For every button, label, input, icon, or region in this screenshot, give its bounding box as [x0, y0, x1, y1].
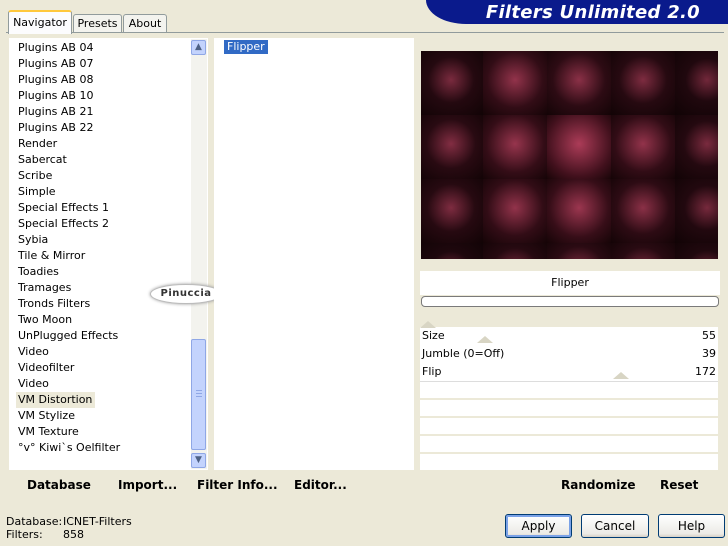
- slider-jumble-label: Jumble (0=Off): [422, 347, 505, 360]
- category-item[interactable]: Scribe: [18, 168, 52, 184]
- preview-tile: [483, 115, 547, 179]
- filters-count-label: Filters:: [6, 528, 43, 541]
- category-item[interactable]: Plugins AB 10: [18, 88, 93, 104]
- preview-tile: [611, 243, 675, 259]
- preview-tile: [421, 179, 483, 243]
- category-item[interactable]: Sybia: [18, 232, 48, 248]
- scroll-thumb[interactable]: [191, 339, 206, 450]
- tab-navigator[interactable]: Navigator: [8, 10, 72, 34]
- slider-empty-row: [420, 436, 718, 453]
- filter-list[interactable]: [214, 38, 414, 470]
- cancel-button[interactable]: Cancel: [581, 514, 649, 538]
- slider-size[interactable]: Size 55: [420, 321, 718, 346]
- slider-size-label: Size: [422, 329, 445, 342]
- category-item[interactable]: Tile & Mirror: [18, 248, 85, 264]
- category-item[interactable]: Special Effects 1: [18, 200, 109, 216]
- preview-tile: [547, 115, 611, 179]
- preview-tile: [421, 243, 483, 259]
- pinuccia-watermark: Pinuccia: [150, 284, 222, 304]
- preview-tile: [483, 243, 547, 259]
- category-item[interactable]: Render: [18, 136, 57, 152]
- preview-tile: [421, 51, 483, 115]
- editor-button[interactable]: Editor...: [294, 478, 347, 492]
- filters-count-value: 858: [63, 528, 84, 541]
- preview-tile: [421, 115, 483, 179]
- preview-tile: [483, 51, 547, 115]
- slider-size-thumb[interactable]: [420, 321, 436, 328]
- category-item[interactable]: °v° Kiwi`s Oelfilter: [18, 440, 120, 456]
- banner-title: Filters Unlimited 2.0: [485, 2, 700, 23]
- tab-divider: [6, 32, 724, 33]
- slider-jumble-thumb[interactable]: [477, 336, 493, 343]
- preview-tile: [675, 243, 718, 259]
- preview-tile: [611, 51, 675, 115]
- slider-size-value: 55: [702, 329, 716, 342]
- filters-unlimited-banner: Filters Unlimited 2.0: [426, 0, 728, 24]
- category-item[interactable]: Plugins AB 21: [18, 104, 93, 120]
- slider-flip-label: Flip: [422, 365, 442, 378]
- preview-tile: [675, 179, 718, 243]
- category-item[interactable]: Simple: [18, 184, 56, 200]
- import-button[interactable]: Import...: [118, 478, 177, 492]
- progress-bar: [421, 296, 719, 307]
- category-item[interactable]: Video: [18, 376, 49, 392]
- category-item[interactable]: Two Moon: [18, 312, 72, 328]
- preview-tile: [547, 179, 611, 243]
- tab-about-label: About: [128, 17, 162, 30]
- slider-empty-row: [420, 454, 718, 471]
- help-button[interactable]: Help: [658, 514, 725, 538]
- slider-empty-row: [420, 382, 718, 399]
- database-button[interactable]: Database: [27, 478, 91, 492]
- preview-filter-name: Flipper: [420, 271, 720, 295]
- preview-tile: [675, 115, 718, 179]
- database-status-value: ICNET-Filters: [63, 515, 132, 528]
- category-scrollbar[interactable]: ▲ ▼: [191, 39, 207, 469]
- preview-tile: [675, 51, 718, 115]
- reset-button[interactable]: Reset: [660, 478, 698, 492]
- category-item[interactable]: Video: [18, 344, 49, 360]
- tab-navigator-label: Navigator: [13, 16, 67, 29]
- slider-jumble[interactable]: Jumble (0=Off) 39: [420, 345, 718, 364]
- filter-info-button[interactable]: Filter Info...: [197, 478, 278, 492]
- category-item[interactable]: VM Distortion: [16, 392, 96, 408]
- category-item[interactable]: Plugins AB 22: [18, 120, 93, 136]
- slider-jumble-value: 39: [702, 347, 716, 360]
- slider-flip-value: 172: [695, 365, 716, 378]
- preview-tile: [547, 51, 611, 115]
- randomize-button[interactable]: Randomize: [561, 478, 635, 492]
- scroll-up-button[interactable]: ▲: [191, 40, 206, 55]
- category-item[interactable]: Plugins AB 08: [18, 72, 93, 88]
- slider-empty-row: [420, 400, 718, 417]
- scroll-down-button[interactable]: ▼: [191, 453, 206, 468]
- category-item[interactable]: Toadies: [18, 264, 59, 280]
- category-item[interactable]: Tramages: [18, 280, 71, 296]
- category-item[interactable]: UnPlugged Effects: [18, 328, 118, 344]
- preview-tile: [611, 179, 675, 243]
- apply-button[interactable]: Apply: [505, 514, 572, 538]
- filter-item-flipper[interactable]: Flipper: [224, 40, 268, 54]
- category-item[interactable]: Special Effects 2: [18, 216, 109, 232]
- preview-tile: [611, 115, 675, 179]
- category-item[interactable]: VM Stylize: [18, 408, 75, 424]
- category-item[interactable]: Sabercat: [18, 152, 67, 168]
- preview-image: [421, 51, 718, 259]
- category-item[interactable]: Plugins AB 07: [18, 56, 93, 72]
- preview-tile: [547, 243, 611, 259]
- category-item[interactable]: VM Texture: [18, 424, 79, 440]
- tab-presets-label: Presets: [77, 17, 118, 30]
- preview-tile: [483, 179, 547, 243]
- slider-flip-thumb[interactable]: [613, 372, 629, 379]
- category-item[interactable]: Tronds Filters: [18, 296, 90, 312]
- slider-empty-row: [420, 418, 718, 435]
- category-item[interactable]: Plugins AB 04: [18, 40, 93, 56]
- tab-presets[interactable]: Presets: [73, 14, 122, 33]
- slider-flip[interactable]: Flip 172: [420, 363, 718, 382]
- category-item[interactable]: Videofilter: [18, 360, 74, 376]
- database-status-label: Database:: [6, 515, 63, 528]
- tab-about[interactable]: About: [123, 14, 167, 33]
